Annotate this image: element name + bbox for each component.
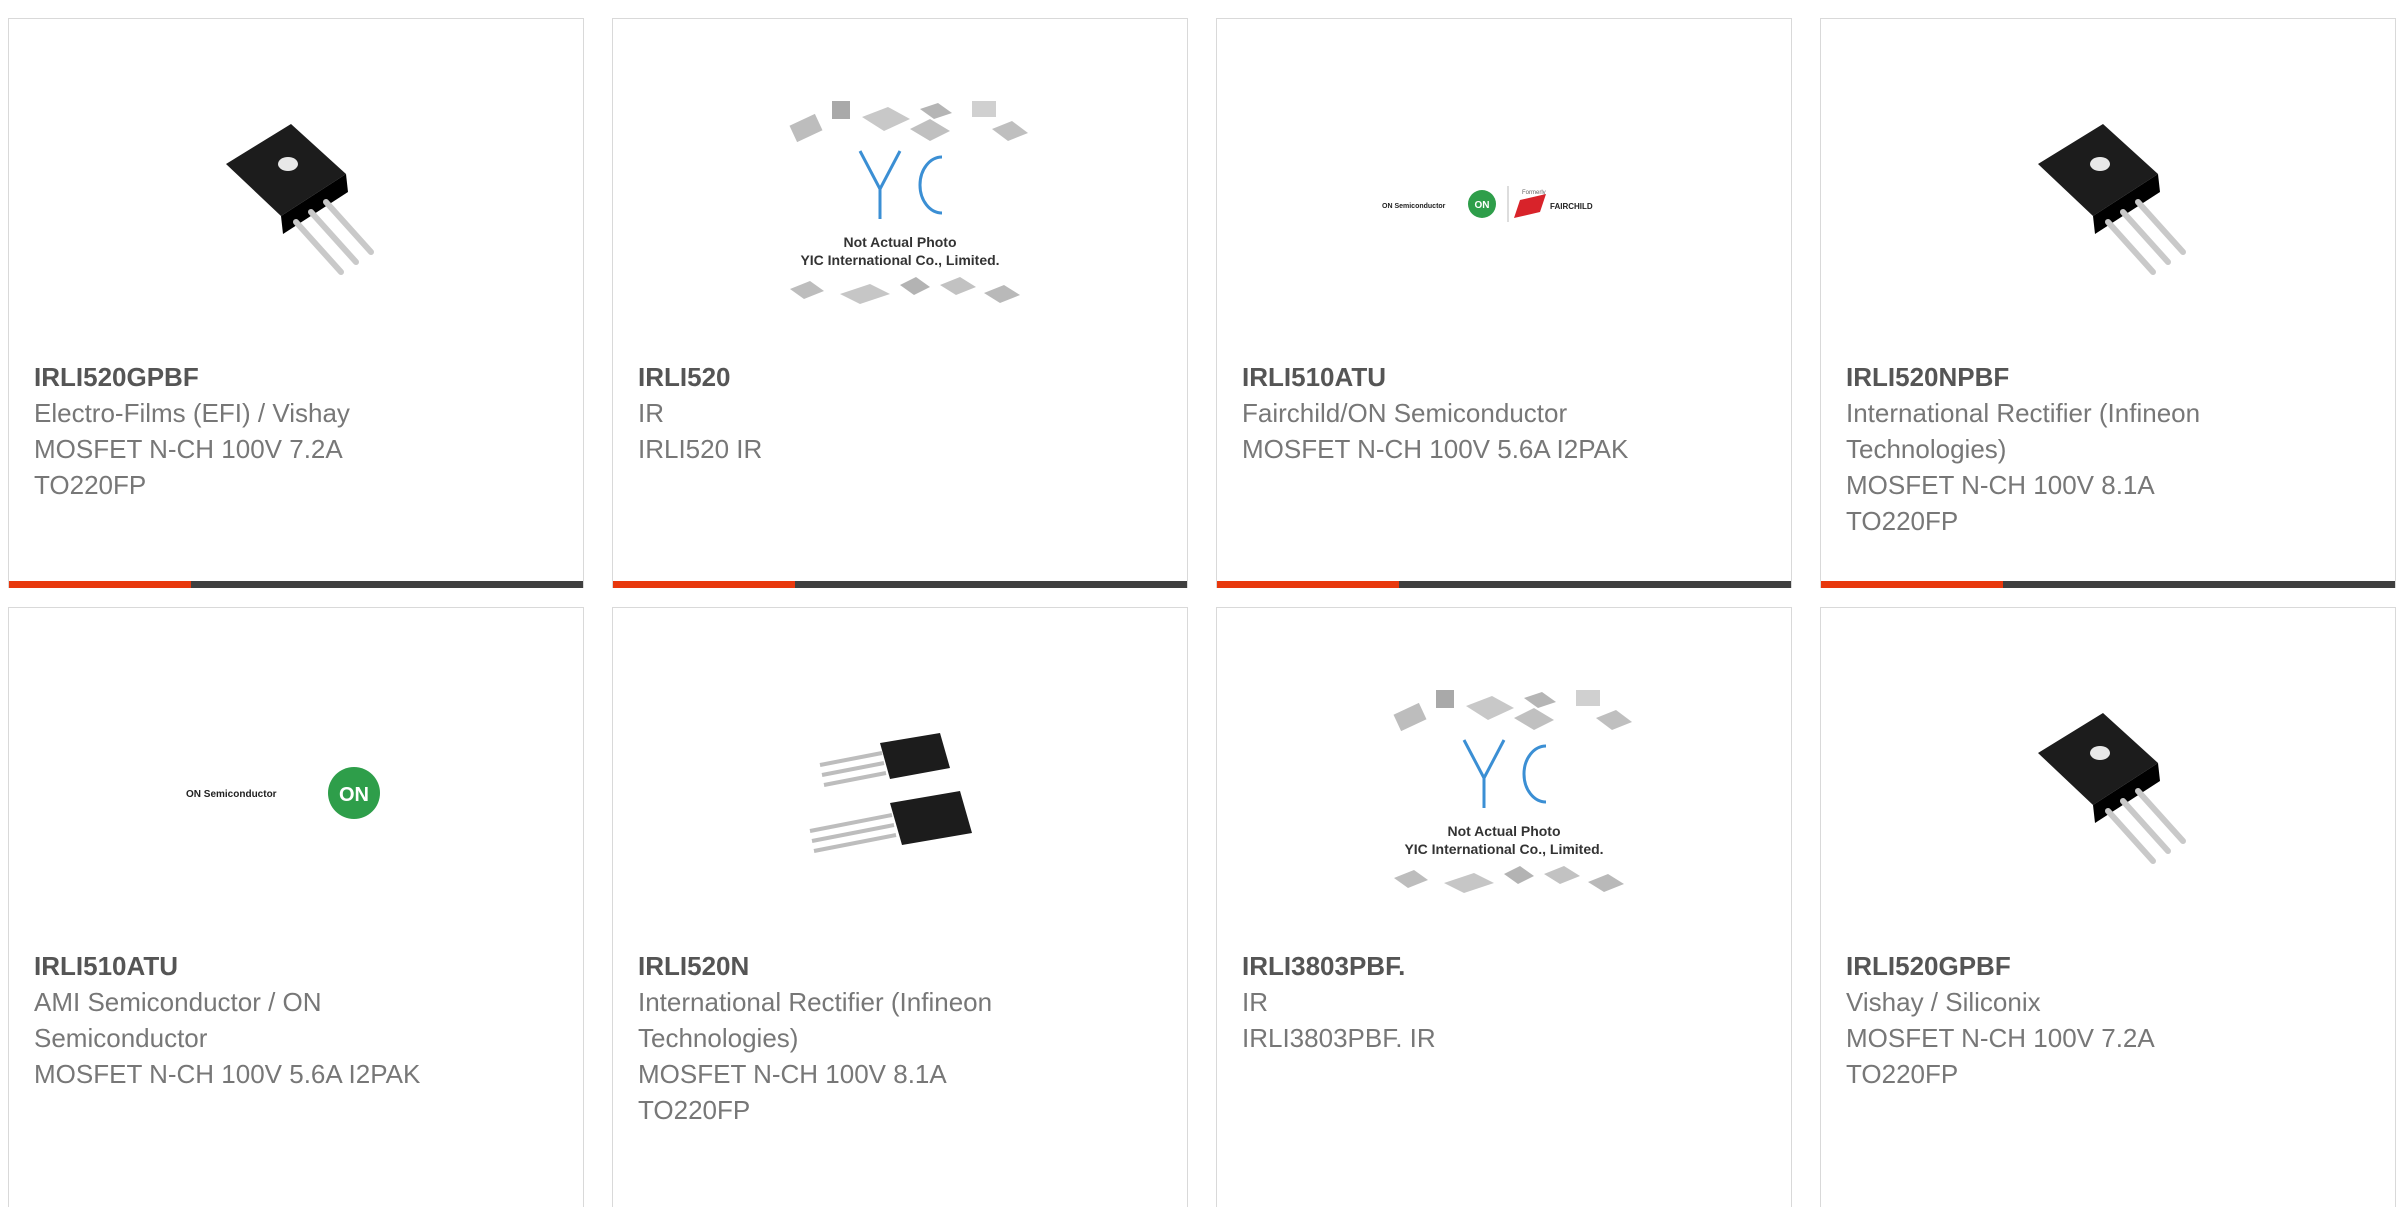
part-number[interactable]: IRLI520: [638, 359, 1167, 395]
card-footer-bar: [9, 581, 583, 588]
yic-placeholder-icon[interactable]: Not Actual Photo YIC International Co., …: [770, 89, 1030, 319]
part-number[interactable]: IRLI510ATU: [34, 948, 563, 984]
yic-caption-1: Not Actual Photo: [1447, 823, 1560, 839]
manufacturer-cont: Technologies): [638, 1023, 799, 1053]
manufacturer: International Rectifier (Infineon: [638, 987, 993, 1017]
on-badge-text: ON: [339, 784, 369, 806]
manufacturer: IR: [638, 398, 664, 428]
card-accent-bar: [9, 581, 191, 588]
product-card[interactable]: IRLI520N International Rectifier (Infine…: [612, 607, 1188, 1207]
two-transistor-icon[interactable]: [770, 678, 1030, 908]
yic-caption-2: YIC International Co., Limited.: [1404, 841, 1603, 857]
product-card[interactable]: ON Semiconductor ON IRLI510ATU AMI Semic…: [8, 607, 584, 1207]
part-number[interactable]: IRLI520NPBF: [1846, 359, 2375, 395]
description-line: IRLI520 IR: [638, 434, 763, 464]
description-line: TO220FP: [1846, 506, 1959, 536]
manufacturer: AMI Semiconductor / ON: [34, 987, 322, 1017]
description-line: MOSFET N-CH 100V 8.1A: [1846, 470, 2155, 500]
to220fp-icon[interactable]: [166, 89, 426, 319]
onsemi-fairchild-logo[interactable]: ON Semiconductor ON Formerly FAIRCHILD: [1374, 89, 1634, 319]
description-line: IRLI3803PBF. IR: [1242, 1023, 1436, 1053]
yic-placeholder-icon[interactable]: Not Actual Photo YIC International Co., …: [1374, 678, 1634, 908]
description-line: TO220FP: [1846, 1059, 1959, 1089]
description-line: TO220FP: [34, 470, 147, 500]
manufacturer-cont: Technologies): [1846, 434, 2007, 464]
to220fp-icon[interactable]: [1978, 678, 2238, 908]
description-line: MOSFET N-CH 100V 7.2A: [1846, 1023, 2155, 1053]
card-footer-bar: [613, 581, 1187, 588]
manufacturer: International Rectifier (Infineon: [1846, 398, 2201, 428]
card-accent-bar: [613, 581, 795, 588]
product-card[interactable]: IRLI520GPBF Vishay / Siliconix MOSFET N-…: [1820, 607, 2396, 1207]
part-number[interactable]: IRLI520GPBF: [1846, 948, 2375, 984]
product-card[interactable]: IRLI520NPBF International Rectifier (Inf…: [1820, 18, 2396, 588]
description-line: MOSFET N-CH 100V 5.6A I2PAK: [1242, 434, 1629, 464]
description-line: MOSFET N-CH 100V 5.6A I2PAK: [34, 1059, 421, 1089]
onsemi-wordmark: ON Semiconductor: [1382, 203, 1446, 210]
manufacturer: Fairchild/ON Semiconductor: [1242, 398, 1568, 428]
manufacturer: Electro-Films (EFI) / Vishay: [34, 398, 350, 428]
onsemi-wordmark: ON Semiconductor: [186, 789, 277, 800]
yic-caption-1: Not Actual Photo: [843, 234, 956, 250]
description-line: MOSFET N-CH 100V 8.1A: [638, 1059, 947, 1089]
on-badge-text: ON: [1475, 200, 1490, 211]
onsemi-logo[interactable]: ON Semiconductor ON: [166, 678, 426, 908]
product-card[interactable]: Not Actual Photo YIC International Co., …: [1216, 607, 1792, 1207]
product-card[interactable]: ON Semiconductor ON Formerly FAIRCHILD I…: [1216, 18, 1792, 588]
product-card[interactable]: Not Actual Photo YIC International Co., …: [612, 18, 1188, 588]
manufacturer-cont: Semiconductor: [34, 1023, 208, 1053]
description-line: TO220FP: [638, 1095, 751, 1125]
fairchild-wordmark: FAIRCHILD: [1550, 202, 1593, 211]
card-accent-bar: [1217, 581, 1399, 588]
part-number[interactable]: IRLI520GPBF: [34, 359, 563, 395]
product-card[interactable]: IRLI520GPBF Electro-Films (EFI) / Vishay…: [8, 18, 584, 588]
manufacturer: Vishay / Siliconix: [1846, 987, 2041, 1017]
description-line: MOSFET N-CH 100V 7.2A: [34, 434, 343, 464]
to220fp-icon[interactable]: [1978, 89, 2238, 319]
card-accent-bar: [1821, 581, 2003, 588]
yic-caption-2: YIC International Co., Limited.: [800, 252, 999, 268]
card-footer-bar: [1821, 581, 2395, 588]
part-number[interactable]: IRLI520N: [638, 948, 1167, 984]
part-number[interactable]: IRLI3803PBF.: [1242, 948, 1771, 984]
card-footer-bar: [1217, 581, 1791, 588]
manufacturer: IR: [1242, 987, 1268, 1017]
part-number[interactable]: IRLI510ATU: [1242, 359, 1771, 395]
